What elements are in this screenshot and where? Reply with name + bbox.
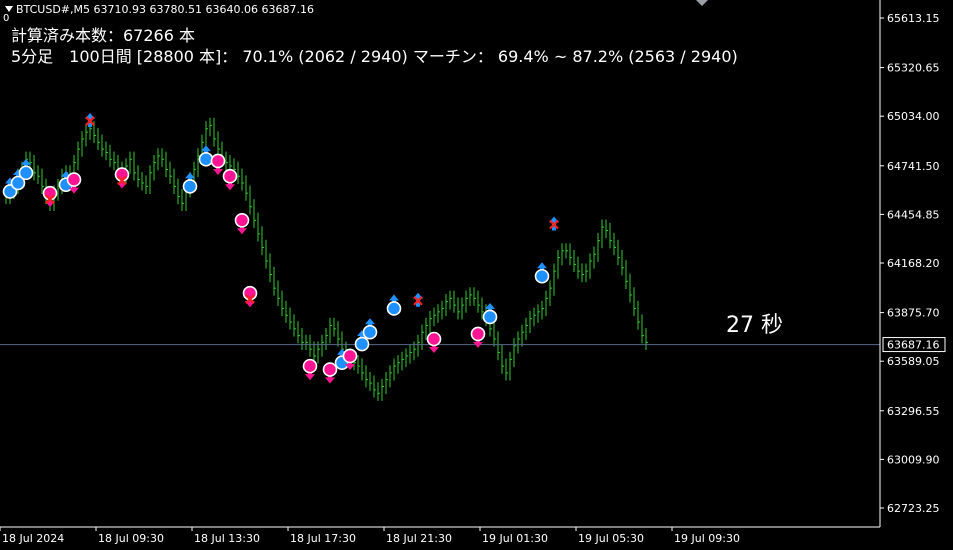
y-tick-label: 64741.50 [887,160,940,173]
signal-marker [114,167,130,189]
loss-circle-icon [222,168,238,184]
signal-marker [322,362,338,384]
y-tick-label: 65320.65 [887,62,940,75]
x-tick-label: 19 Jul 01:30 [482,532,548,545]
signal-marker [426,331,442,353]
loss-circle-icon [210,153,226,169]
y-tick-label: 63296.55 [887,405,940,418]
loss-circle-icon [302,358,318,374]
current-price-tag: 63687.16 [882,337,946,353]
win-circle-icon [362,324,378,340]
win-circle-icon [534,268,550,284]
signal-marker [242,285,258,308]
loss-circle-icon [234,213,250,228]
y-tick-label: 63875.70 [887,307,940,320]
signal-marker [482,302,498,325]
x-tick-label: 19 Jul 09:30 [674,532,740,545]
loss-circle-icon [470,326,486,342]
signal-marker [362,318,378,340]
win-circle-icon [198,151,214,167]
window-index: 0 [3,13,10,24]
x-axis-ticks: 18 Jul 2024 18 Jul 09:30 18 Jul 13:30 18 Ju… [0,527,740,545]
current-price-label: 63687.16 [887,339,940,352]
win-circle-icon [354,336,370,352]
loss-circle-icon [66,172,82,187]
candle-series [5,117,648,401]
signal-marker [18,158,34,181]
signal-markers [2,113,559,384]
symbol-info: BTCUSD#,M5 63710.93 63780.51 63640.06 63… [5,3,314,16]
bar-countdown: 27 秒 [726,313,783,338]
win-circle-icon [18,165,34,181]
signal-marker [198,145,214,167]
loss-circle-icon [342,348,358,364]
x-tick-label: 18 Jul 09:30 [98,532,164,545]
x-tick-label: 19 Jul 05:30 [578,532,644,545]
signal-marker [42,185,58,208]
y-tick-label: 64454.85 [887,208,940,221]
signal-marker [182,172,198,194]
signal-marker [222,168,238,191]
y-tick-label: 63589.05 [887,355,940,368]
symbol-ohlc: BTCUSD#,M5 63710.93 63780.51 63640.06 63… [16,3,314,16]
signal-marker [534,262,550,284]
x-tick-label: 18 Jul 21:30 [386,532,452,545]
win-circle-icon [482,309,498,325]
y-tick-label: 65034.00 [887,110,940,123]
signal-marker [386,294,402,316]
loss-circle-icon [426,331,442,347]
x-tick-label: 18 Jul 17:30 [290,532,356,545]
y-tick-label: 62723.25 [887,502,940,515]
y-tick-label: 64168.20 [887,257,940,270]
signal-marker [302,358,318,381]
caret-down-icon[interactable] [5,6,13,12]
x-tick-label: 18 Jul 13:30 [194,532,260,545]
y-axis-ticks: 65613.15 65320.65 65034.00 64741.50 64454.85… [880,12,940,515]
signal-marker [85,113,95,128]
loss-circle-icon [322,362,338,377]
y-tick-label: 63009.90 [887,453,940,466]
signal-marker [234,213,250,235]
chart-shift-marker[interactable] [696,0,708,6]
signal-marker [210,153,226,175]
signal-marker [413,292,423,307]
price-chart[interactable]: 65613.15 65320.65 65034.00 64741.50 64454.85… [0,0,953,550]
y-tick-label: 65613.15 [887,12,940,25]
win-rate-stats: 5分足 100日間 [28800 本]： 70.1% (2062 / 2940)… [11,47,738,66]
signal-marker [549,216,559,231]
x-tick-label: 18 Jul 2024 [2,532,64,545]
win-circle-icon [386,301,402,316]
win-circle-icon [182,179,198,194]
